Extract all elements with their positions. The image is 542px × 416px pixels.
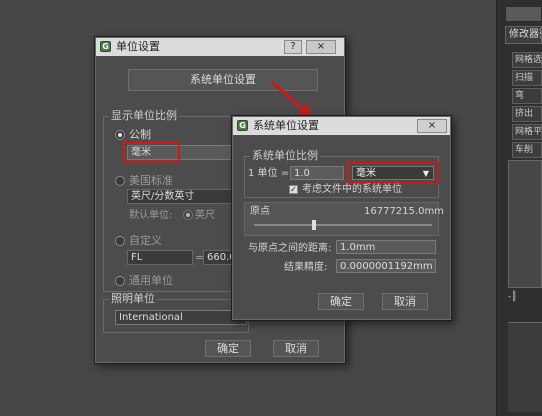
display-unit-scale-label: 显示单位比例 [109,109,179,122]
modifier-button-1[interactable]: 网格选择 [512,52,542,68]
origin-label: 原点 [250,206,270,217]
units-dialog-titlebar[interactable]: G 单位设置 ? × [96,38,344,56]
distance-label: 与原点之间的距离: [248,243,332,254]
precision-label: 结果精度: [284,262,328,273]
lighting-units-dropdown[interactable]: International [115,310,247,325]
custom-label: 自定义 [129,234,162,247]
origin-value: 16777215.0mm [364,206,444,217]
max-logo-icon: G [100,41,111,52]
units-ok-button[interactable]: 确定 [205,340,251,357]
modifier-button-5[interactable]: 网格平滑 [512,124,542,140]
lighting-units-label: 照明单位 [109,292,157,305]
metric-label: 公制 [129,128,151,141]
modifier-list-dropdown[interactable]: 修改器列 [505,26,542,44]
metric-highlight-box [123,142,180,163]
metric-radio[interactable] [115,130,125,140]
modifier-button-3[interactable]: 弯 [512,88,542,104]
system-dialog-title: 系统单位设置 [253,119,319,132]
stack-tools-icon[interactable]: -║ [508,292,542,306]
command-panel-name-field[interactable] [505,6,542,22]
respect-system-units-label: 考虑文件中的系统单位 [302,184,402,195]
us-standard-label: 美国标准 [129,174,173,187]
close-icon[interactable]: × [306,40,336,54]
help-button[interactable]: ? [284,40,302,54]
red-arrow-annotation [271,80,312,118]
distance-field[interactable]: 1.0mm [336,240,436,254]
max-logo-icon: G [237,120,248,131]
checkmark-icon[interactable]: ✓ [289,185,298,194]
unit-value-field[interactable]: 1.0 [290,166,344,180]
modifier-button-2[interactable]: 扫描 [512,70,542,86]
system-unit-scale-label: 系统单位比例 [250,149,320,162]
units-cancel-button[interactable]: 取消 [273,340,319,357]
default-units-label: 默认单位: [129,210,173,221]
system-ok-button[interactable]: 确定 [318,293,364,310]
unit-prefix-label: 1 单位 = [248,168,290,179]
units-dialog-title: 单位设置 [116,40,160,53]
modifier-stack-view [508,160,542,288]
close-icon[interactable]: × [417,119,447,133]
us-standard-dropdown[interactable]: 英尺/分数英寸 [127,189,247,204]
system-dialog-titlebar[interactable]: G 系统单位设置 × [233,117,450,135]
custom-name-field[interactable]: FL [127,250,193,265]
system-unit-setup-dialog: G 系统单位设置 × 系统单位比例 1 单位 = 1.0 毫米 ▼ ✓ 考虑文件… [231,115,452,321]
origin-slider-handle[interactable] [312,220,316,230]
feet-label: 英尺 [195,210,215,221]
parameters-rollout [508,322,542,412]
unit-type-highlight-box [347,162,439,184]
origin-slider-track [254,224,432,226]
generic-units-radio[interactable] [115,276,125,286]
feet-radio[interactable] [183,210,193,220]
system-cancel-button[interactable]: 取消 [382,293,428,310]
modifier-button-6[interactable]: 车削 [512,142,542,158]
generic-units-label: 通用单位 [129,274,173,287]
custom-radio[interactable] [115,236,125,246]
us-standard-radio[interactable] [115,176,125,186]
precision-field[interactable]: 0.0000001192mm [336,259,436,273]
modifier-button-4[interactable]: 挤出 [512,106,542,122]
